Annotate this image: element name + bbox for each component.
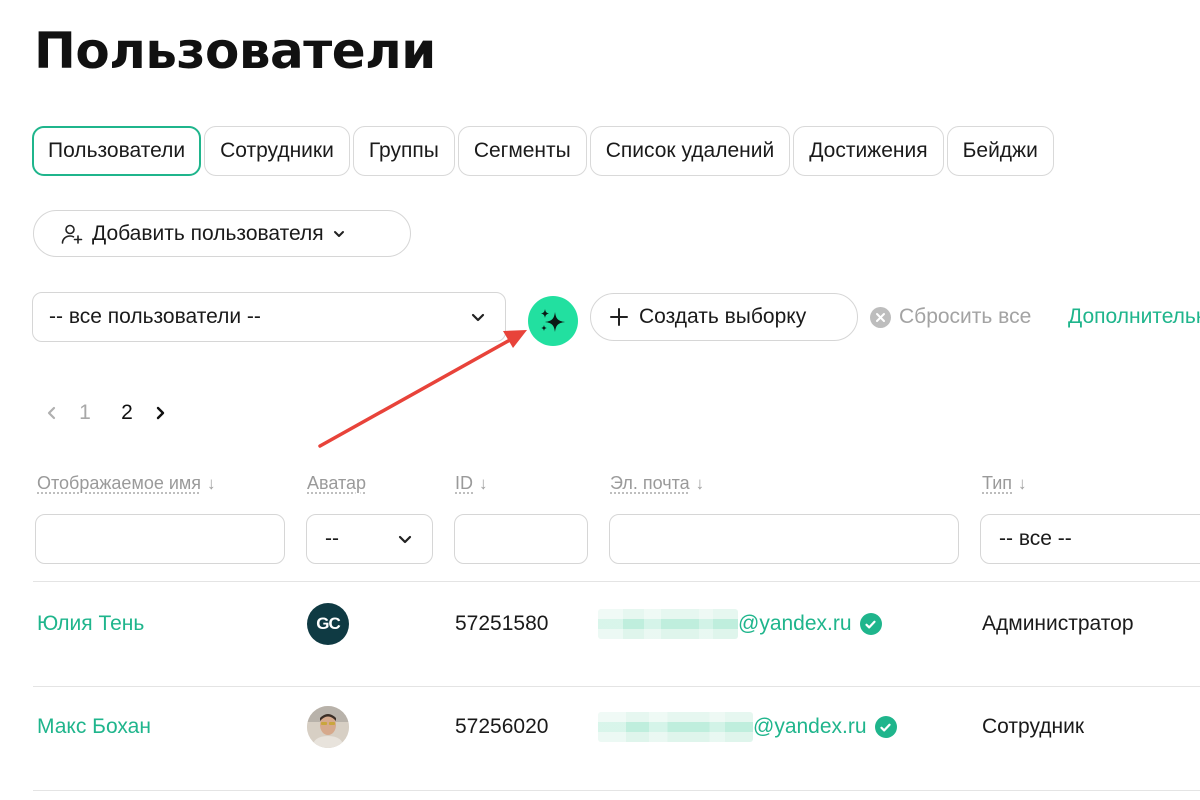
column-header-type[interactable]: Тип ↓ bbox=[982, 473, 1027, 494]
reset-all-button[interactable]: Сбросить все bbox=[870, 292, 1031, 342]
column-header-label: Эл. почта bbox=[610, 473, 690, 493]
chevron-down-icon bbox=[398, 535, 412, 544]
row-divider bbox=[33, 790, 1200, 791]
avatar bbox=[307, 706, 349, 748]
column-header-label: Аватар bbox=[307, 473, 367, 493]
tab-badges[interactable]: Бейджи bbox=[946, 126, 1054, 176]
user-id: 57251580 bbox=[455, 612, 549, 635]
column-header-display-name[interactable]: Отображаемое имя ↓ bbox=[37, 473, 216, 494]
filter-email-input[interactable] bbox=[609, 514, 959, 564]
column-header-email[interactable]: Эл. почта ↓ bbox=[610, 473, 704, 494]
chevron-right-icon bbox=[156, 406, 165, 420]
pagination-prev[interactable] bbox=[40, 405, 64, 421]
sparkles-icon bbox=[541, 309, 565, 332]
avatar: GC bbox=[307, 603, 349, 645]
plus-icon bbox=[610, 308, 628, 326]
column-header-avatar: Аватар bbox=[307, 473, 366, 494]
users-page: Пользователи Пользователи Сотрудники Гру… bbox=[0, 0, 1200, 800]
ai-button[interactable] bbox=[528, 296, 578, 346]
audience-select-value: -- все пользователи -- bbox=[49, 305, 261, 328]
create-selection-label: Создать выборку bbox=[639, 305, 807, 328]
email-domain: @yandex.ru bbox=[753, 715, 867, 738]
tab-segments[interactable]: Сегменты bbox=[457, 126, 587, 176]
tabs-bar: Пользователи Сотрудники Группы Сегменты … bbox=[32, 126, 1054, 176]
tab-deletions[interactable]: Список удалений bbox=[589, 126, 791, 176]
chevron-down-icon bbox=[471, 313, 485, 322]
filter-type-select[interactable]: -- все -- bbox=[980, 514, 1200, 564]
tab-employees[interactable]: Сотрудники bbox=[204, 126, 350, 176]
avatar-cell bbox=[307, 675, 349, 779]
filter-avatar-value: -- bbox=[325, 527, 339, 550]
user-email: @yandex.ru bbox=[598, 572, 882, 676]
audience-select[interactable]: -- все пользователи -- bbox=[32, 292, 506, 342]
pagination-next[interactable] bbox=[148, 405, 172, 421]
column-header-label: Отображаемое имя bbox=[37, 473, 202, 493]
pagination-page-2[interactable]: 2 bbox=[106, 401, 148, 425]
table-row: Юлия Тень GC 57251580 @yandex.ru Админис… bbox=[0, 572, 1200, 676]
sort-arrow-icon: ↓ bbox=[695, 473, 705, 493]
close-circle-icon bbox=[870, 306, 891, 328]
page-title: Пользователи bbox=[34, 22, 436, 80]
tab-users[interactable]: Пользователи bbox=[32, 126, 202, 176]
filter-row: -- все пользователи -- Создать выборку С… bbox=[32, 292, 1200, 346]
user-plus-icon bbox=[61, 224, 83, 244]
table-row: Макс Бохан 57256020 @yandex.ru Сотрудник bbox=[0, 675, 1200, 779]
column-header-label: ID bbox=[455, 473, 473, 493]
check-circle-icon bbox=[874, 716, 897, 738]
tab-groups[interactable]: Группы bbox=[352, 126, 455, 176]
create-selection-button[interactable]: Создать выборку bbox=[590, 293, 858, 341]
avatar-cell: GC bbox=[307, 572, 349, 676]
filter-id-input[interactable] bbox=[454, 514, 588, 564]
email-domain: @yandex.ru bbox=[738, 612, 852, 635]
user-type: Администратор bbox=[982, 612, 1134, 635]
chevron-left-icon bbox=[47, 406, 56, 420]
tab-achievements[interactable]: Достижения bbox=[793, 126, 944, 176]
reset-all-label: Сбросить все bbox=[899, 305, 1032, 328]
sort-arrow-icon: ↓ bbox=[1018, 473, 1027, 493]
column-header-label: Тип bbox=[982, 473, 1013, 493]
filter-type-value: -- все -- bbox=[999, 527, 1072, 550]
more-filters-link[interactable]: Дополнительно bbox=[1068, 292, 1200, 342]
add-user-button[interactable]: Добавить пользователя bbox=[33, 210, 411, 257]
add-user-label: Добавить пользователя bbox=[92, 221, 324, 245]
user-name-link[interactable]: Макс Бохан bbox=[37, 675, 151, 779]
pagination: 1 2 bbox=[40, 398, 172, 428]
email-redacted-block bbox=[598, 712, 753, 742]
user-name-link[interactable]: Юлия Тень bbox=[37, 572, 144, 676]
sort-arrow-icon: ↓ bbox=[479, 473, 488, 493]
avatar-photo-icon bbox=[307, 706, 349, 748]
user-type: Сотрудник bbox=[982, 715, 1085, 738]
filter-name-input[interactable] bbox=[35, 514, 285, 564]
filter-avatar-select[interactable]: -- bbox=[306, 514, 433, 564]
chevron-down-icon bbox=[333, 230, 344, 237]
user-id: 57256020 bbox=[455, 715, 549, 738]
pagination-page-1[interactable]: 1 bbox=[64, 401, 106, 425]
avatar-initials: GC bbox=[316, 614, 340, 633]
sort-arrow-icon: ↓ bbox=[207, 473, 216, 493]
email-redacted-block bbox=[598, 609, 738, 639]
user-email: @yandex.ru bbox=[598, 675, 897, 779]
column-header-id[interactable]: ID ↓ bbox=[455, 473, 488, 494]
check-circle-icon bbox=[859, 613, 882, 635]
